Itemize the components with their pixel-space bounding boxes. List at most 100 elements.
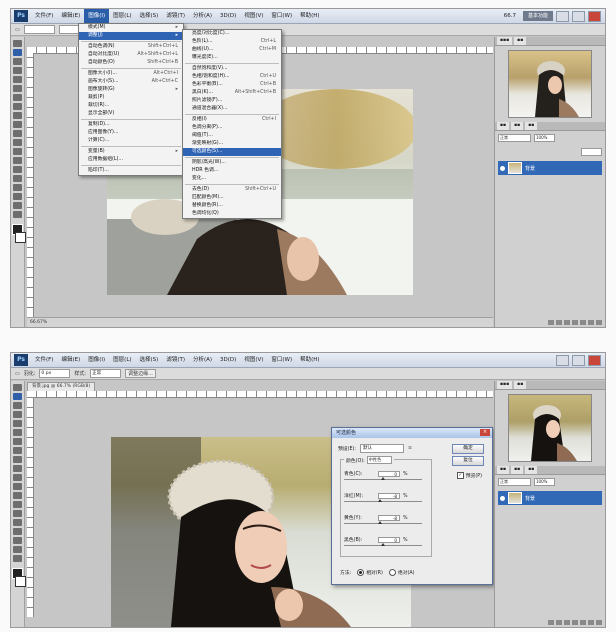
menu-item-vibrance[interactable]: 自然饱和度(V)...: [183, 65, 281, 73]
menu-item-curves[interactable]: 曲线(U)... Ctrl+M: [183, 46, 281, 54]
tab-channels[interactable]: ▪▪: [511, 466, 524, 474]
menu-item-rotate[interactable]: 图像旋转(G) ▸: [79, 86, 183, 94]
magenta-track[interactable]: [344, 499, 422, 502]
navigator-thumbnail[interactable]: [508, 50, 592, 118]
healing-brush-icon[interactable]: [13, 438, 22, 445]
magic-wand-icon[interactable]: [13, 67, 22, 74]
menu-filter[interactable]: 滤镜(T): [162, 353, 189, 367]
lasso-tool-icon[interactable]: [13, 58, 22, 65]
type-icon[interactable]: [13, 519, 22, 526]
lasso-tool-icon[interactable]: [13, 402, 22, 409]
marquee-tool-icon[interactable]: [13, 393, 22, 400]
tab-histogram[interactable]: ▪▪: [514, 381, 527, 389]
crop-tool-icon[interactable]: [13, 420, 22, 427]
tab-histogram[interactable]: ▪▪: [514, 37, 527, 45]
adjustment-icon[interactable]: [572, 320, 578, 325]
menu-item-black-white[interactable]: 黑白(K)... Alt+Shift+Ctrl+B: [183, 89, 281, 97]
opacity-field[interactable]: 100%: [534, 478, 555, 486]
fill-field[interactable]: [581, 148, 602, 156]
menu-item-exposure[interactable]: 曝光度(E)...: [183, 54, 281, 62]
absolute-radio[interactable]: [388, 569, 396, 576]
fx-icon[interactable]: [556, 620, 562, 625]
menu-analysis[interactable]: 分析(A): [189, 9, 216, 23]
navigator-thumbnail[interactable]: [508, 394, 592, 462]
menu-item-image-size[interactable]: 图像大小(I)... Alt+Ctrl+I: [79, 70, 183, 78]
menu-item-auto-color[interactable]: 自动颜色(O) Shift+Ctrl+B: [79, 59, 183, 67]
new-layer-icon[interactable]: [588, 320, 594, 325]
gradient-icon[interactable]: [13, 483, 22, 490]
zoom-icon[interactable]: [13, 211, 22, 218]
menu-item-shadows-highlights[interactable]: 阴影/高光(W)...: [183, 159, 281, 167]
blend-mode-select[interactable]: 正常: [498, 478, 531, 486]
layer-row-background[interactable]: 背景: [498, 491, 602, 505]
visibility-eye-icon[interactable]: [500, 495, 505, 501]
trash-icon[interactable]: [596, 320, 602, 325]
background-color[interactable]: [14, 576, 26, 587]
shape-icon[interactable]: [13, 193, 22, 200]
menu-file[interactable]: 文件(F): [31, 353, 57, 367]
pen-icon[interactable]: [13, 166, 22, 173]
menu-item-gradient-map[interactable]: 渐变映射(G)...: [183, 140, 281, 148]
black-thumb[interactable]: [381, 543, 385, 546]
yellow-input[interactable]: -8: [378, 514, 400, 521]
magic-wand-icon[interactable]: [13, 411, 22, 418]
blend-mode-select[interactable]: 正常: [498, 134, 531, 142]
mask-icon[interactable]: [564, 620, 570, 625]
menu-window[interactable]: 窗口(W): [267, 353, 296, 367]
menu-item-hdr-toning[interactable]: HDR 色调...: [183, 167, 281, 175]
trash-icon[interactable]: [596, 620, 602, 625]
move-tool-icon[interactable]: [13, 40, 22, 47]
menu-view[interactable]: 视图(V): [240, 9, 267, 23]
maximize-icon[interactable]: [572, 10, 585, 22]
link-icon[interactable]: [548, 620, 554, 625]
tab-paths[interactable]: ▪▪: [525, 466, 538, 474]
workspace-button[interactable]: 基本功能: [522, 11, 553, 21]
gradient-icon[interactable]: [13, 139, 22, 146]
cyan-input[interactable]: 0: [378, 470, 400, 477]
relative-radio[interactable]: [357, 569, 365, 576]
minimize-icon[interactable]: [556, 10, 569, 22]
colors-select[interactable]: 中性色: [366, 456, 392, 464]
eyedropper-icon[interactable]: [13, 429, 22, 436]
yellow-thumb[interactable]: [377, 521, 382, 524]
close-icon[interactable]: [588, 354, 601, 366]
pen-icon[interactable]: [13, 510, 22, 517]
menu-help[interactable]: 帮助(H): [296, 353, 323, 367]
folder-icon[interactable]: [580, 620, 586, 625]
magenta-input[interactable]: -8: [378, 492, 400, 499]
menu-filter[interactable]: 滤镜(T): [162, 9, 189, 23]
move-tool-icon[interactable]: [13, 384, 22, 391]
magenta-thumb[interactable]: [377, 499, 382, 502]
menu-item-color-balance[interactable]: 色彩平衡(B)... Ctrl+B: [183, 81, 281, 89]
marquee-tool-icon[interactable]: ▭: [15, 27, 20, 33]
menu-item-reveal-all[interactable]: 显示全部(V): [79, 110, 183, 118]
mask-icon[interactable]: [564, 320, 570, 325]
path-select-icon[interactable]: [13, 184, 22, 191]
hand-icon[interactable]: [13, 546, 22, 553]
eraser-icon[interactable]: [13, 130, 22, 137]
tab-layers[interactable]: ▪▪: [497, 466, 510, 474]
menu-item-mode[interactable]: 模式(M) ▸: [79, 24, 183, 32]
menu-item-threshold[interactable]: 阈值(T)...: [183, 132, 281, 140]
menu-item-apply-image[interactable]: 应用图像(Y)...: [79, 129, 183, 137]
blur-icon[interactable]: [13, 492, 22, 499]
visibility-eye-icon[interactable]: [500, 165, 505, 171]
dodge-icon[interactable]: [13, 157, 22, 164]
menu-3d[interactable]: 3D(D): [216, 353, 240, 367]
brush-tool-icon[interactable]: [13, 103, 22, 110]
menu-item-replace-color[interactable]: 替换颜色(R)...: [183, 202, 281, 210]
blur-icon[interactable]: [13, 148, 22, 155]
preset-select[interactable]: 默认: [359, 444, 404, 453]
marquee-tool-icon[interactable]: ▭: [15, 371, 20, 377]
menu-select[interactable]: 选择(S): [136, 9, 163, 23]
menu-layer[interactable]: 图层(L): [109, 353, 135, 367]
menu-item-invert[interactable]: 反相(I) Ctrl+I: [183, 116, 281, 124]
tab-layers[interactable]: ▪▪: [497, 122, 510, 130]
reset-button[interactable]: 复位: [452, 456, 484, 466]
path-select-icon[interactable]: [13, 528, 22, 535]
healing-brush-icon[interactable]: [13, 94, 22, 101]
opacity-field[interactable]: 100%: [534, 134, 555, 142]
shape-icon[interactable]: [13, 537, 22, 544]
feather-input[interactable]: 0 px: [39, 369, 71, 378]
menu-file[interactable]: 文件(F): [31, 9, 57, 23]
